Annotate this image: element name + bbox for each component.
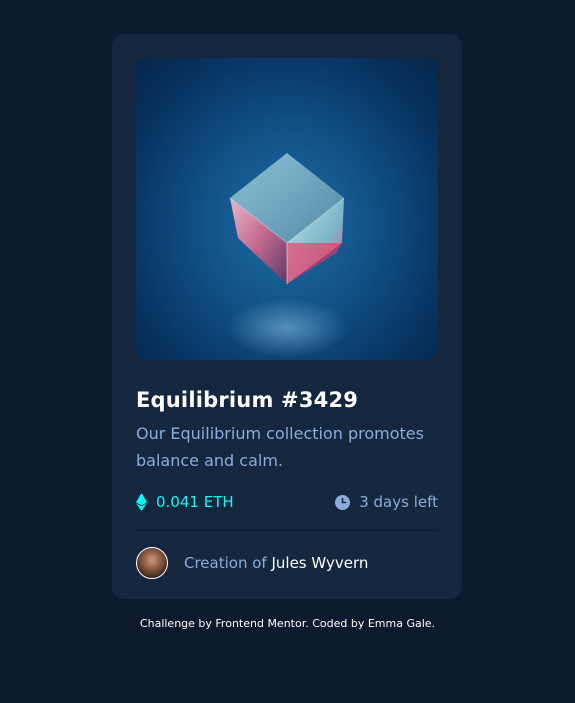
nft-card: Equilibrium #3429 Our Equilibrium collec…: [112, 34, 462, 599]
time-stat: 3 days left: [335, 493, 438, 511]
creator-name-link[interactable]: Jules Wyvern: [271, 554, 368, 572]
nft-image[interactable]: [136, 58, 438, 360]
divider: [136, 530, 438, 531]
price-stat: 0.041 ETH: [136, 493, 234, 511]
card-title[interactable]: Equilibrium #3429: [136, 388, 438, 412]
clock-icon: [335, 494, 351, 510]
creator-prefix: Creation of: [184, 554, 267, 572]
ethereum-icon: [136, 493, 147, 511]
card-stats: 0.041 ETH 3 days left: [136, 490, 438, 514]
time-left: 3 days left: [359, 493, 438, 511]
attribution-footer: Challenge by Frontend Mentor. Coded by E…: [139, 617, 436, 630]
creator-text: Creation of Jules Wyvern: [184, 554, 368, 572]
creator-row: Creation of Jules Wyvern: [136, 547, 438, 579]
creator-avatar: [136, 547, 168, 579]
price-value: 0.041 ETH: [156, 493, 234, 511]
cube-illustration: [227, 153, 347, 358]
card-description: Our Equilibrium collection promotes bala…: [136, 424, 424, 470]
